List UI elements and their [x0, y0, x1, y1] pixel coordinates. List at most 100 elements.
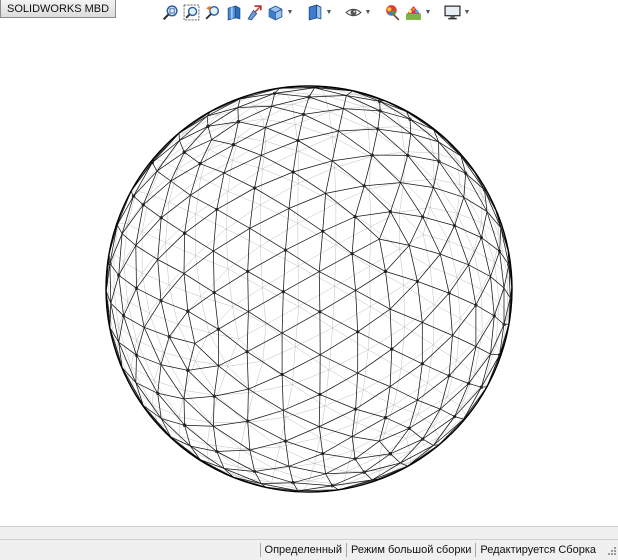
mesh-strut — [430, 207, 458, 214]
geodesic-sphere-model[interactable] — [105, 85, 513, 493]
mesh-strut — [149, 312, 178, 325]
mesh-strut — [110, 275, 120, 304]
hide-show-items-dropdown-chevron-icon[interactable]: ▼ — [364, 9, 372, 16]
mesh-strut — [285, 405, 325, 418]
mesh-strut — [213, 395, 248, 422]
mesh-strut — [281, 332, 321, 356]
mesh-strut — [448, 264, 469, 294]
mesh-strut — [343, 108, 381, 112]
apply-scene-dropdown-chevron-icon[interactable]: ▼ — [424, 9, 432, 16]
mesh-strut — [200, 177, 228, 192]
view-settings-button[interactable] — [442, 2, 462, 22]
mesh-strut — [274, 446, 280, 470]
mesh-strut — [408, 216, 424, 246]
mesh-strut — [116, 224, 123, 234]
mesh-strut — [183, 233, 185, 274]
hide-show-items-button[interactable] — [343, 2, 363, 22]
graphics-area[interactable] — [0, 24, 618, 526]
mesh-strut — [452, 304, 477, 336]
mesh-strut — [391, 322, 423, 350]
status-large-assembly-mode: Режим большой сборки — [345, 543, 475, 557]
dynamic-annotation-views-button[interactable] — [244, 2, 264, 22]
mesh-strut — [454, 225, 469, 265]
mesh-strut — [165, 242, 196, 256]
mesh-strut — [218, 365, 249, 390]
mesh-strut — [468, 264, 491, 277]
mesh-strut — [136, 259, 159, 289]
mesh-strut — [481, 289, 483, 333]
mesh-strut — [260, 223, 298, 247]
mesh-strut — [292, 369, 330, 385]
mesh-strut — [368, 126, 402, 129]
mesh-strut — [322, 436, 353, 454]
view-settings-dropdown-chevron-icon[interactable]: ▼ — [463, 9, 471, 16]
mesh-strut — [237, 448, 241, 468]
mesh-strut — [118, 315, 124, 343]
mesh-strut — [379, 451, 411, 457]
display-style-button[interactable] — [304, 2, 324, 22]
mesh-strut — [354, 458, 365, 473]
mesh-strut — [351, 216, 356, 254]
previous-view-button[interactable] — [202, 2, 222, 22]
mesh-strut — [369, 248, 400, 267]
mesh-strut — [271, 93, 275, 107]
mesh-strut — [308, 95, 347, 98]
display-style-dropdown-chevron-icon[interactable]: ▼ — [325, 9, 333, 16]
mesh-strut — [213, 250, 248, 272]
mesh-strut — [216, 187, 255, 210]
mesh-strut — [195, 191, 229, 215]
mesh-strut — [109, 263, 120, 276]
zoom-to-area-button[interactable] — [181, 2, 201, 22]
mesh-strut — [440, 253, 469, 266]
view-orientation-dropdown-chevron-icon[interactable]: ▼ — [286, 9, 294, 16]
mesh-strut — [184, 232, 214, 252]
mesh-strut — [338, 108, 344, 132]
mesh-strut — [390, 453, 401, 464]
mesh-strut — [282, 410, 286, 442]
horizontal-scrollbar[interactable] — [0, 526, 618, 540]
mesh-strut — [232, 287, 263, 307]
apply-scene-button[interactable] — [403, 2, 423, 22]
mesh-strut — [403, 178, 435, 183]
mesh-strut — [379, 440, 391, 455]
mesh-strut — [232, 306, 239, 339]
edit-appearance-button[interactable] — [382, 2, 402, 22]
mesh-strut — [141, 242, 166, 274]
mesh-strut — [213, 365, 219, 397]
zoom-to-fit-button[interactable] — [160, 2, 180, 22]
mesh-strut — [187, 365, 219, 371]
previous-view-icon — [204, 5, 219, 20]
mesh-strut — [389, 349, 393, 387]
mesh-strut — [456, 332, 483, 361]
hide-show-items-icon — [344, 8, 362, 16]
solidworks-mbd-tab[interactable]: SOLIDWORKS MBD — [0, 0, 117, 18]
mesh-strut — [149, 284, 170, 314]
mesh-strut — [133, 195, 144, 206]
mesh-strut — [183, 398, 214, 427]
mesh-strut — [195, 228, 227, 256]
mesh-strut — [262, 151, 299, 170]
mesh-strut — [187, 292, 215, 312]
mesh-strut — [407, 445, 434, 467]
view-orientation-button[interactable] — [265, 2, 285, 22]
edit-appearance-icon — [385, 4, 399, 21]
mesh-strut — [493, 287, 505, 317]
mesh-strut — [407, 133, 412, 156]
resize-grip-icon[interactable] — [600, 543, 618, 557]
mesh-strut — [433, 277, 458, 305]
mesh-strut — [369, 266, 371, 307]
mesh-strut — [179, 140, 185, 153]
mesh-strut — [232, 306, 267, 325]
mesh-strut — [320, 354, 358, 374]
mesh-strut — [233, 127, 266, 146]
mesh-strut — [118, 245, 137, 276]
mesh-strut — [123, 261, 143, 274]
mesh-strut — [245, 392, 255, 423]
mesh-strut — [109, 263, 112, 304]
mesh-strut — [218, 311, 249, 330]
mesh-strut — [160, 300, 170, 337]
section-view-button[interactable] — [223, 2, 243, 22]
mesh-strut — [262, 287, 267, 325]
mesh-strut — [343, 95, 347, 109]
mesh-strut — [385, 245, 410, 272]
